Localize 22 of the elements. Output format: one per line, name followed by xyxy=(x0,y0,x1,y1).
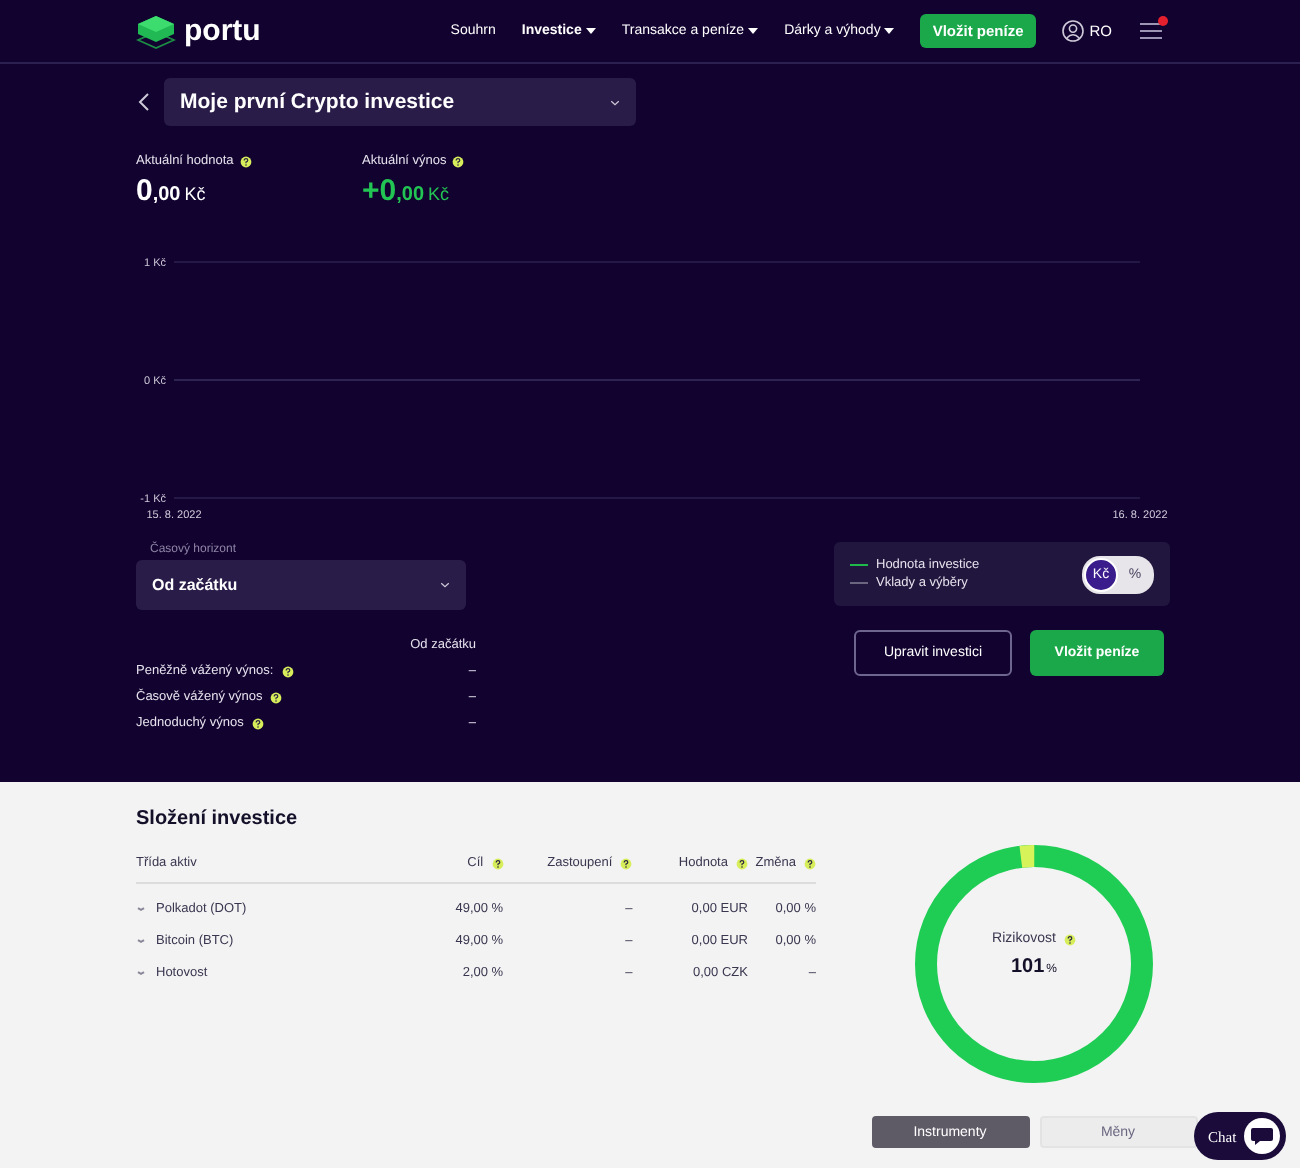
logo-icon xyxy=(136,13,176,49)
expand-chevron-icon[interactable] xyxy=(136,906,146,912)
chevron-down-icon xyxy=(440,582,450,588)
logo-text: portu xyxy=(184,14,261,48)
help-icon xyxy=(452,155,465,167)
help-icon xyxy=(270,691,283,703)
help-icon xyxy=(1063,933,1076,945)
chat-bubble-icon xyxy=(1244,1118,1280,1154)
stat-value: 0,00 Kč xyxy=(136,174,206,208)
expand-chevron-icon[interactable] xyxy=(136,970,146,976)
back-icon xyxy=(136,92,152,112)
help-icon xyxy=(251,717,264,729)
menu-icon xyxy=(1138,20,1164,42)
stat-value: +0,00 Kč xyxy=(362,174,450,208)
help-icon xyxy=(281,665,294,677)
time-horizon-select[interactable]: Od začátku xyxy=(136,560,466,610)
section-title: Složení investice xyxy=(136,808,300,830)
chevron-down-icon xyxy=(610,99,620,105)
help-icon xyxy=(239,155,252,167)
user-icon xyxy=(1061,20,1084,42)
portfolio-select[interactable]: Moje první Crypto investice xyxy=(164,78,636,126)
expand-chevron-icon[interactable] xyxy=(136,938,146,944)
